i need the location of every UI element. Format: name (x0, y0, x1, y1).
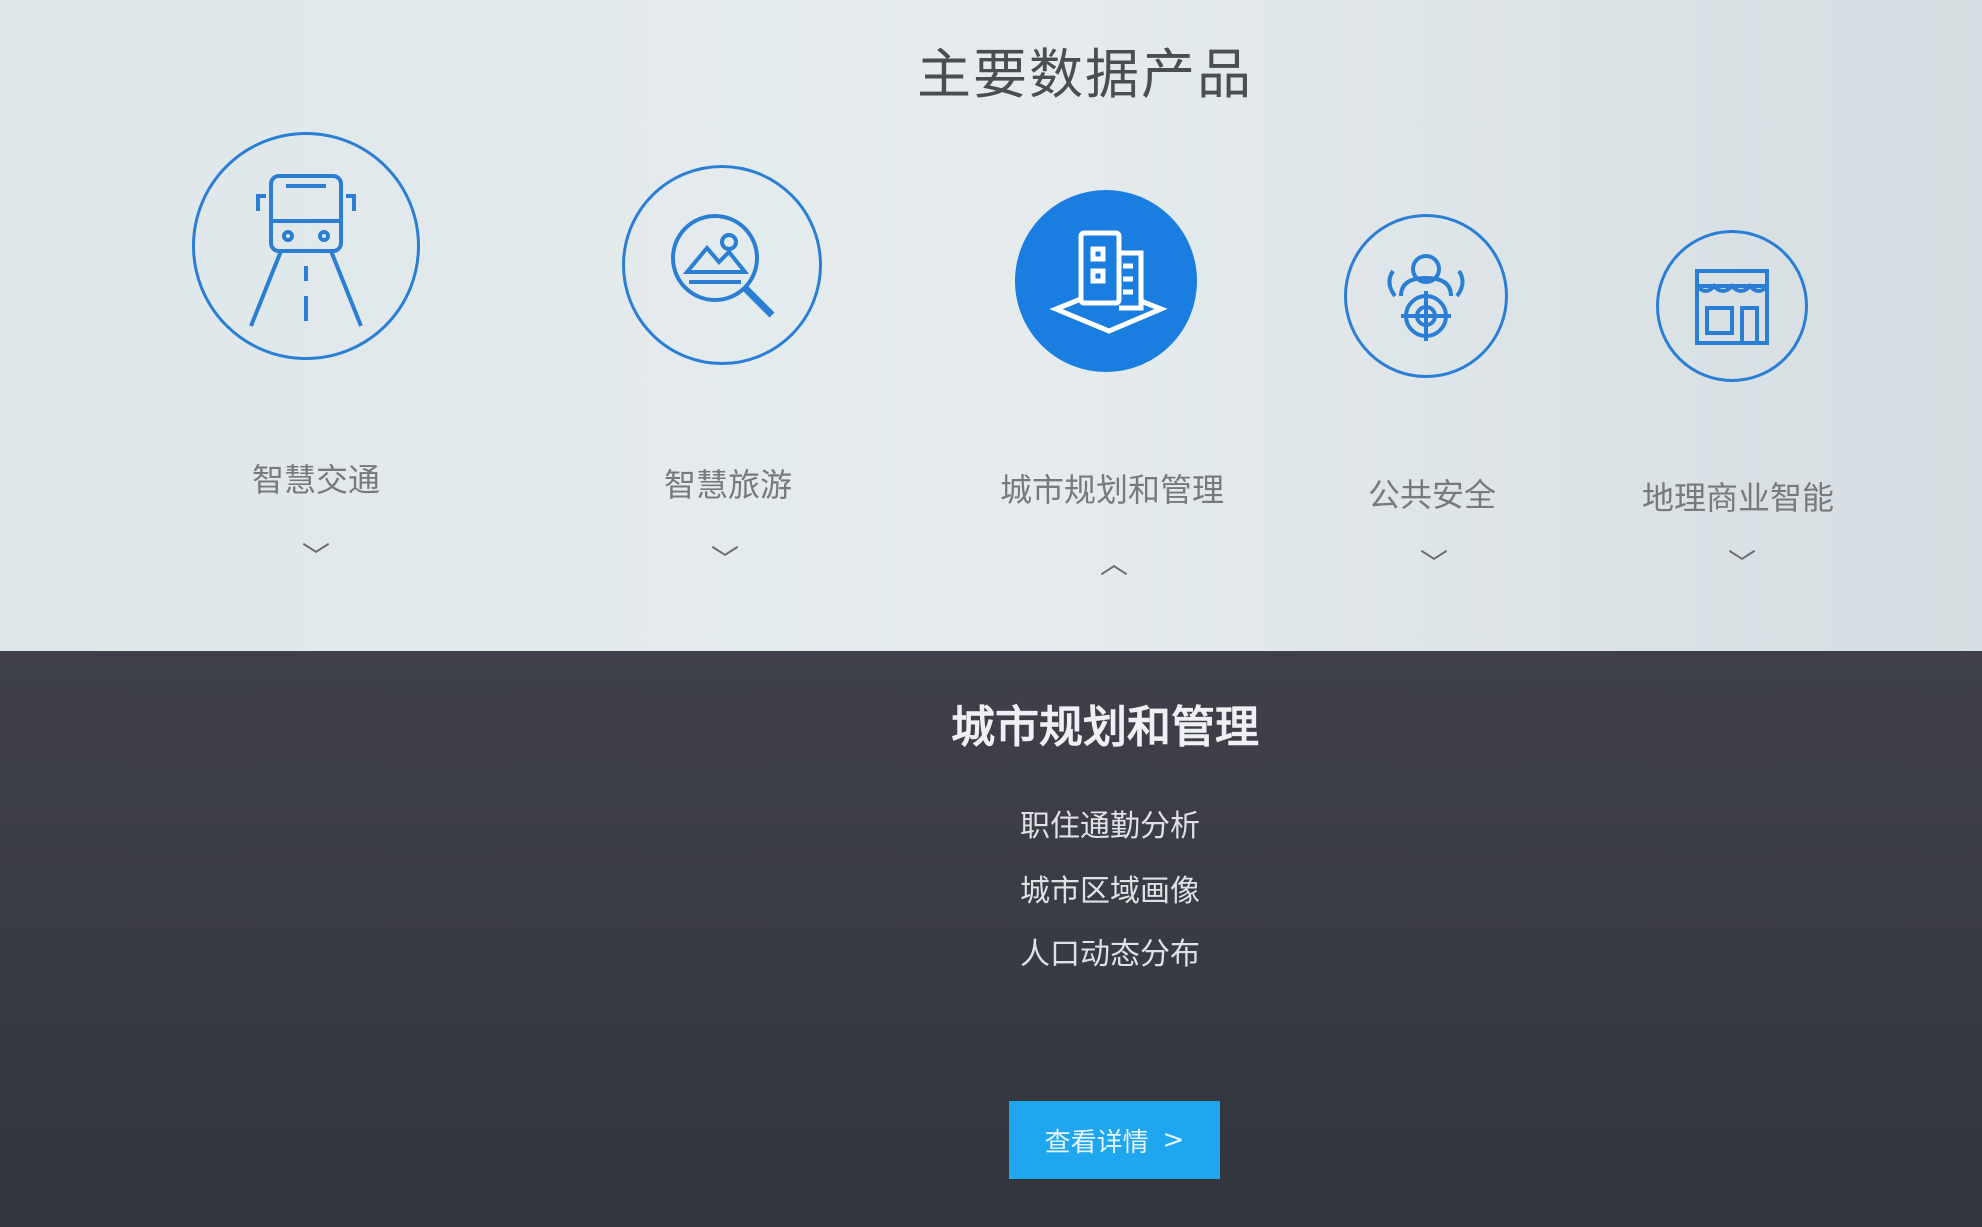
detail-item: 城市区域画像 (1020, 874, 1200, 909)
products-section: 主要数据产品 智慧交通 ﹀ 智慧旅游 ﹀ 城市规划和管理 ︿ 公共安全 ﹀ 地理… (0, 0, 1982, 651)
people-target-icon (1344, 214, 1508, 378)
product-label[interactable]: 公共安全 (1368, 470, 1496, 516)
city-buildings-icon (1015, 190, 1197, 372)
bus-road-icon (192, 132, 420, 360)
product-label[interactable]: 智慧交通 (252, 455, 380, 501)
chevron-down-icon[interactable]: ﹀ (1420, 542, 1448, 582)
chevron-up-icon[interactable]: ︿ (1100, 542, 1128, 582)
detail-item: 职住通勤分析 (1020, 809, 1200, 844)
product-label[interactable]: 地理商业智能 (1642, 473, 1834, 519)
chevron-right-icon: > (1162, 1125, 1185, 1155)
product-geo-business-intelligence[interactable] (1656, 230, 1808, 382)
product-label[interactable]: 城市规划和管理 (1000, 465, 1224, 511)
section-title: 主要数据产品 (917, 43, 1253, 106)
button-label: 查看详情 (1044, 1127, 1149, 1158)
landscape-search-icon (622, 165, 822, 365)
chevron-down-icon[interactable]: ﹀ (302, 535, 330, 575)
chevron-down-icon[interactable]: ﹀ (711, 538, 739, 578)
product-smart-tourism[interactable] (622, 165, 822, 365)
detail-item: 人口动态分布 (1020, 937, 1200, 972)
storefront-icon (1656, 230, 1808, 382)
product-label[interactable]: 智慧旅游 (664, 460, 792, 506)
product-city-planning[interactable] (1015, 190, 1197, 372)
product-public-safety[interactable] (1344, 214, 1508, 378)
product-smart-traffic[interactable] (192, 132, 420, 360)
view-details-button[interactable]: 查看详情 > (1009, 1101, 1220, 1179)
chevron-down-icon[interactable]: ﹀ (1728, 542, 1756, 582)
detail-title: 城市规划和管理 (951, 702, 1259, 753)
detail-panel: 城市规划和管理 职住通勤分析 城市区域画像 人口动态分布 查看详情 > (0, 651, 1982, 1227)
